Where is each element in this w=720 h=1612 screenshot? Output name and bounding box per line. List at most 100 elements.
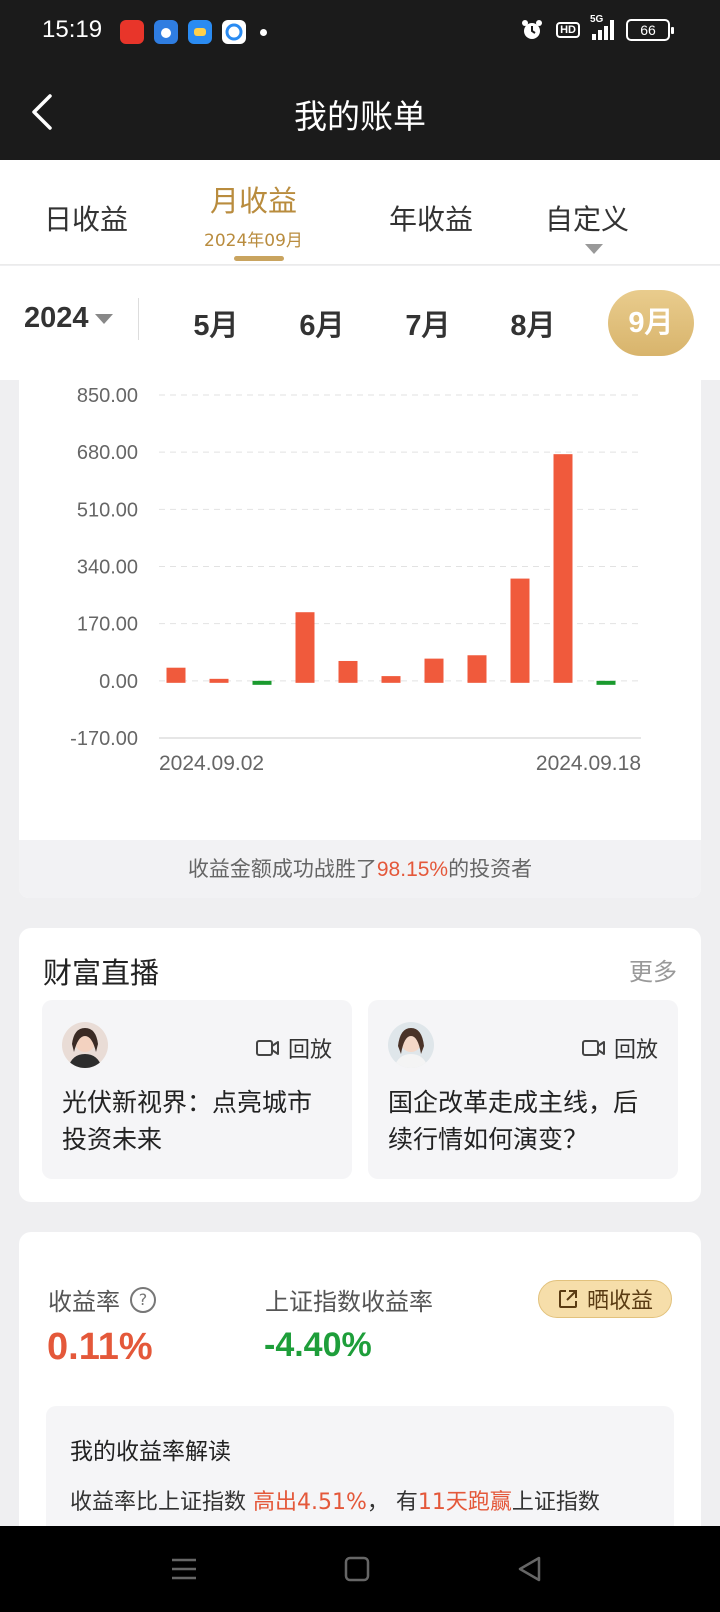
chart-bar[interactable] (209, 678, 229, 683)
back-nav-button[interactable] (512, 1552, 546, 1586)
video-camera-icon (581, 1040, 605, 1056)
dropdown-caret-icon (585, 243, 603, 254)
return-interpretation: 我的收益率解读 收益率比上证指数 高出4.51%， 有11天跑赢上证指数 (46, 1406, 674, 1536)
beat-prefix: 收益金额成功战胜了 (187, 857, 377, 881)
battery-icon: 66 (626, 19, 674, 41)
app-blue-icon (188, 20, 212, 44)
y-tick-label: 680.00 (77, 442, 138, 464)
share-button-label: 晒收益 (586, 1289, 653, 1314)
notification-dot-icon (260, 28, 267, 36)
year-value: 2024 (24, 302, 89, 334)
chart-bar[interactable] (424, 658, 444, 683)
status-time: 15:19 (42, 16, 103, 43)
earnings-bar-chart: 850.00 680.00 510.00 340.00 170.00 0.00 -170.0… (70, 385, 641, 775)
help-icon[interactable]: ? (130, 1286, 156, 1313)
live-more-link[interactable]: 更多 (629, 952, 677, 987)
beat-percent: 98.15% (376, 858, 449, 881)
share-icon (558, 1290, 577, 1308)
hd-badge: HD (556, 22, 580, 38)
interp-post: 上证指数 (511, 1490, 600, 1515)
live-item-title: 光伏新视界：点亮城市投资未来 (62, 1088, 313, 1154)
index-return-label: 上证指数收益率 (265, 1288, 433, 1316)
host-avatar (388, 1022, 434, 1068)
wealth-live-card: 财富直播 更多 回放 光伏新视界：点亮城市投资未来 回放 国企改革走成主线，后续… (19, 928, 701, 1202)
live-item-title: 国企改革走成主线，后续行情如何演变？ (388, 1088, 639, 1154)
host-avatar (62, 1022, 108, 1068)
chart-bar[interactable] (252, 680, 272, 685)
tab-yearly-label: 年收益 (389, 203, 474, 236)
replay-label: 回放 (581, 1032, 658, 1064)
menu-icon (172, 1558, 196, 1580)
chart-bar[interactable] (381, 676, 401, 683)
interpretation-text: 收益率比上证指数 高出4.51%， 有11天跑赢上证指数 (70, 1484, 600, 1516)
chart-bar[interactable] (510, 578, 530, 683)
x-tick-label: 2024.09.02 (159, 752, 264, 775)
browser-icon (222, 20, 246, 44)
return-rate-label: 收益率 ? (48, 1282, 156, 1317)
divider (138, 298, 139, 340)
status-app-icons (120, 20, 267, 44)
live-item[interactable]: 回放 光伏新视界：点亮城市投资未来 (42, 1000, 352, 1179)
live-item[interactable]: 回放 国企改革走成主线，后续行情如何演变？ (368, 1000, 678, 1179)
alarm-icon (522, 20, 543, 39)
y-tick-label: 0.00 (99, 671, 138, 693)
back-triangle-icon (518, 1556, 541, 1582)
y-tick-label: 340.00 (77, 557, 138, 579)
chart-bar[interactable] (166, 667, 186, 683)
y-tick-label: 850.00 (77, 385, 138, 407)
interp-high: 高出4.51% (253, 1490, 367, 1515)
tab-monthly-label: 月收益 (209, 184, 297, 218)
y-tick-label: 170.00 (77, 614, 138, 636)
chart-bar[interactable] (338, 660, 358, 683)
baidu-icon (154, 20, 178, 44)
active-tab-indicator (234, 256, 284, 261)
y-tick-label: 510.00 (77, 499, 138, 521)
y-tick-label: -170.00 (70, 728, 138, 750)
period-tabs: 日收益 月收益 2024年09月 年收益 自定义 (0, 160, 720, 265)
month-item[interactable]: 5月 (181, 302, 251, 344)
home-button[interactable] (340, 1552, 374, 1586)
replay-label: 回放 (255, 1032, 332, 1064)
return-rate-card: 收益率 ? 0.11% 上证指数收益率 -4.40% 晒收益 我的收益率解读 收… (19, 1232, 701, 1536)
chart-bar[interactable] (596, 680, 616, 685)
chart-bar[interactable] (295, 612, 315, 683)
beat-suffix: 的投资者 (448, 857, 533, 881)
month-item[interactable]: 8月 (498, 302, 568, 344)
video-camera-icon (255, 1040, 279, 1056)
month-item[interactable]: 7月 (393, 302, 463, 344)
tab-monthly-sublabel: 2024年09月 (204, 231, 303, 251)
home-icon (344, 1556, 370, 1582)
beat-investors-banner: 收益金额成功战胜了98.15%的投资者 (19, 840, 701, 898)
system-nav-bar (0, 1526, 720, 1612)
replay-text: 回放 (613, 1038, 658, 1063)
nav-bar: 我的账单 (0, 64, 720, 160)
tab-daily-label: 日收益 (44, 203, 129, 236)
return-rate-value: 0.11% (47, 1326, 153, 1368)
interpretation-title: 我的收益率解读 (70, 1439, 231, 1465)
month-selector: 2024 5月 6月 7月 8月 9月 (0, 266, 720, 380)
earnings-chart-card: 850.00 680.00 510.00 340.00 170.00 0.00 -170.0… (19, 380, 701, 898)
signal-icon: 5G (590, 14, 614, 40)
chart-bar[interactable] (467, 655, 487, 683)
chart-bar[interactable] (553, 454, 573, 683)
month-item-selected[interactable]: 9月 (608, 290, 694, 356)
year-caret-icon (94, 314, 113, 325)
interp-mid: ， 有 (366, 1490, 418, 1515)
interp-pre: 收益率比上证指数 (70, 1490, 253, 1515)
year-select[interactable]: 2024 (24, 302, 113, 335)
x-tick-label: 2024.09.18 (536, 752, 641, 775)
status-bar: 15:19 HD 5G 66 (0, 0, 720, 64)
live-section-title: 财富直播 (43, 956, 160, 990)
status-indicators: HD 5G 66 (520, 14, 674, 42)
tab-custom-label: 自定义 (545, 203, 630, 236)
page-title: 我的账单 (294, 97, 426, 136)
month-item[interactable]: 6月 (287, 302, 357, 344)
network-type: 5G (590, 14, 604, 25)
replay-text: 回放 (287, 1038, 332, 1063)
return-rate-text: 收益率 (48, 1288, 120, 1316)
app-red-icon (120, 20, 144, 44)
interp-days: 11天跑赢 (417, 1490, 512, 1515)
menu-button[interactable] (167, 1552, 201, 1586)
index-return-value: -4.40% (264, 1326, 372, 1364)
share-earnings-button[interactable]: 晒收益 (537, 1280, 672, 1318)
